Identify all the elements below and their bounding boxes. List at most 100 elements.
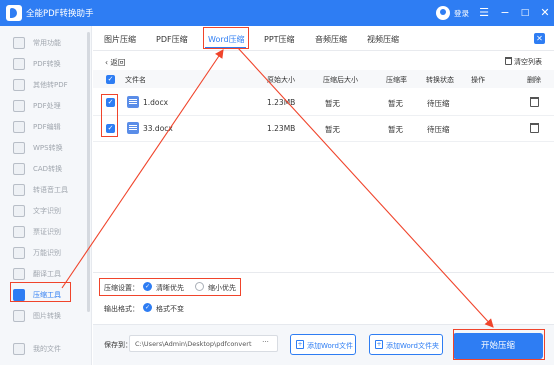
to-pdf-icon xyxy=(13,79,25,91)
row-delete-button[interactable] xyxy=(530,123,539,134)
sidebar-item-image[interactable]: 图片转换 xyxy=(0,305,92,327)
convert-status: 待压缩 xyxy=(427,125,450,134)
sidebar: 常用功能 PDF转换 其他转PDF PDF处理 PDF编辑 WPS转换 CAD转… xyxy=(0,26,92,365)
sidebar-scrollbar[interactable] xyxy=(87,32,90,312)
voice-icon xyxy=(13,184,25,196)
compress-ratio: 暂无 xyxy=(388,125,403,134)
output-format-value: 格式不变 xyxy=(156,305,184,313)
minimize-icon[interactable]: − xyxy=(495,2,515,24)
table-header: ✓ 文件名 原始大小 压缩后大小 压缩率 转换状态 操作 删除 xyxy=(93,70,554,88)
sidebar-item-label: 我的文件 xyxy=(33,345,61,353)
tab-video-compress[interactable]: 视频压缩 xyxy=(367,34,399,45)
folder-icon xyxy=(13,343,25,355)
pdf-convert-icon xyxy=(13,58,25,70)
pdf-edit-icon xyxy=(13,121,25,133)
sidebar-item-cad[interactable]: CAD转换 xyxy=(0,158,92,180)
original-size: 1.23MB xyxy=(267,124,296,133)
browse-path-button[interactable]: ··· xyxy=(256,337,275,350)
col-delete: 删除 xyxy=(527,76,541,84)
add-word-folder-button[interactable]: + 添加Word文件夹 xyxy=(369,334,443,355)
sidebar-item-common[interactable]: 常用功能 xyxy=(0,32,92,54)
tab-pdf-compress[interactable]: PDF压缩 xyxy=(156,34,188,45)
scan-icon xyxy=(13,247,25,259)
sidebar-item-label: 其他转PDF xyxy=(33,81,68,89)
translate-icon xyxy=(13,268,25,280)
clear-list-button[interactable]: 清空列表 xyxy=(505,57,542,67)
tab-ppt-compress[interactable]: PPT压缩 xyxy=(264,34,295,45)
radio-keep-format[interactable]: ✓ xyxy=(143,303,152,312)
col-compressed-size: 压缩后大小 xyxy=(323,76,358,84)
original-size: 1.23MB xyxy=(267,98,296,107)
tab-image-compress[interactable]: 图片压缩 xyxy=(104,34,136,45)
app-title: 全能PDF转换助手 xyxy=(26,9,94,19)
sidebar-item-label: PDF处理 xyxy=(33,102,61,110)
close-panel-icon[interactable]: ✕ xyxy=(534,33,545,44)
sidebar-item-wps[interactable]: WPS转换 xyxy=(0,137,92,159)
sidebar-item-label: 图片转换 xyxy=(33,312,61,320)
tab-audio-compress[interactable]: 音频压缩 xyxy=(315,34,347,45)
clear-list-label: 清空列表 xyxy=(514,58,542,66)
sidebar-item-label: PDF转换 xyxy=(33,60,61,68)
sidebar-item-label: 票证识别 xyxy=(33,228,61,236)
sidebar-item-label: WPS转换 xyxy=(33,144,63,152)
col-original-size: 原始大小 xyxy=(267,76,295,84)
highlight-compress-tool xyxy=(10,282,71,302)
sidebar-item-label: 转语音工具 xyxy=(33,186,68,194)
compress-ratio: 暂无 xyxy=(388,99,403,108)
col-ratio: 压缩率 xyxy=(386,76,407,84)
word-file-icon xyxy=(127,122,139,134)
sidebar-item-pdf-convert[interactable]: PDF转换 xyxy=(0,53,92,75)
ocr-icon xyxy=(13,205,25,217)
table-row[interactable]: ✓ 33.docx 1.23MB 暂无 暂无 待压缩 xyxy=(93,116,554,142)
compressed-size: 暂无 xyxy=(325,125,340,134)
table-row[interactable]: ✓ 1.docx 1.23MB 暂无 暂无 待压缩 xyxy=(93,90,554,116)
add-folder-icon: + xyxy=(375,340,383,349)
menu-icon[interactable]: ☰ xyxy=(474,2,494,24)
compressed-size: 暂无 xyxy=(325,99,340,108)
col-actions: 操作 xyxy=(471,76,485,84)
cad-icon xyxy=(13,163,25,175)
sidebar-item-scan[interactable]: 万能识别 xyxy=(0,242,92,264)
back-label: 返回 xyxy=(110,58,126,67)
sidebar-item-voice[interactable]: 转语音工具 xyxy=(0,179,92,201)
trash-icon xyxy=(530,123,539,133)
maximize-icon[interactable]: □ xyxy=(515,2,535,24)
sidebar-item-ocr[interactable]: 文字识别 xyxy=(0,200,92,222)
sidebar-item-label: 翻译工具 xyxy=(33,270,61,278)
trash-icon xyxy=(505,57,512,65)
title-bar: 全能PDF转换助手 登录 ☰ − □ ✕ xyxy=(0,0,554,26)
tabs-divider xyxy=(93,50,554,51)
output-format-label: 输出格式： xyxy=(104,305,139,313)
close-window-icon[interactable]: ✕ xyxy=(535,2,554,24)
save-path-text: C:\Users\Admin\Desktop\pdfconvert xyxy=(135,340,252,348)
highlight-word-tab xyxy=(203,27,249,49)
file-name: 33.docx xyxy=(143,124,173,133)
sidebar-item-label: CAD转换 xyxy=(33,165,63,173)
highlight-compress-settings xyxy=(99,278,241,296)
select-all-checkbox[interactable]: ✓ xyxy=(106,75,115,84)
add-word-file-label: 添加Word文件 xyxy=(307,342,353,350)
convert-status: 待压缩 xyxy=(427,99,450,108)
sidebar-item-to-pdf[interactable]: 其他转PDF xyxy=(0,74,92,96)
sidebar-item-pdf-process[interactable]: PDF处理 xyxy=(0,95,92,117)
add-file-icon: + xyxy=(296,340,304,349)
user-avatar-icon[interactable] xyxy=(436,6,450,20)
sidebar-item-pdf-edit[interactable]: PDF编辑 xyxy=(0,116,92,138)
sidebar-item-label: 万能识别 xyxy=(33,249,61,257)
sidebar-item-my-files[interactable]: 我的文件 xyxy=(0,338,92,360)
sidebar-item-ticket[interactable]: 票证识别 xyxy=(0,221,92,243)
sidebar-item-label: PDF编辑 xyxy=(33,123,61,131)
col-filename: 文件名 xyxy=(125,76,146,84)
row-delete-button[interactable] xyxy=(530,97,539,108)
save-to-label: 保存到： xyxy=(104,341,132,349)
add-word-folder-label: 添加Word文件夹 xyxy=(386,342,439,350)
sidebar-item-label: 常用功能 xyxy=(33,39,61,47)
wps-icon xyxy=(13,142,25,154)
add-word-file-button[interactable]: + 添加Word文件 xyxy=(290,334,356,355)
app-logo-icon xyxy=(6,5,22,21)
sidebar-item-label: 文字识别 xyxy=(33,207,61,215)
word-file-icon xyxy=(127,96,139,108)
login-link[interactable]: 登录 xyxy=(454,8,469,19)
back-button[interactable]: ‹ 返回 xyxy=(105,57,125,68)
pdf-process-icon xyxy=(13,100,25,112)
